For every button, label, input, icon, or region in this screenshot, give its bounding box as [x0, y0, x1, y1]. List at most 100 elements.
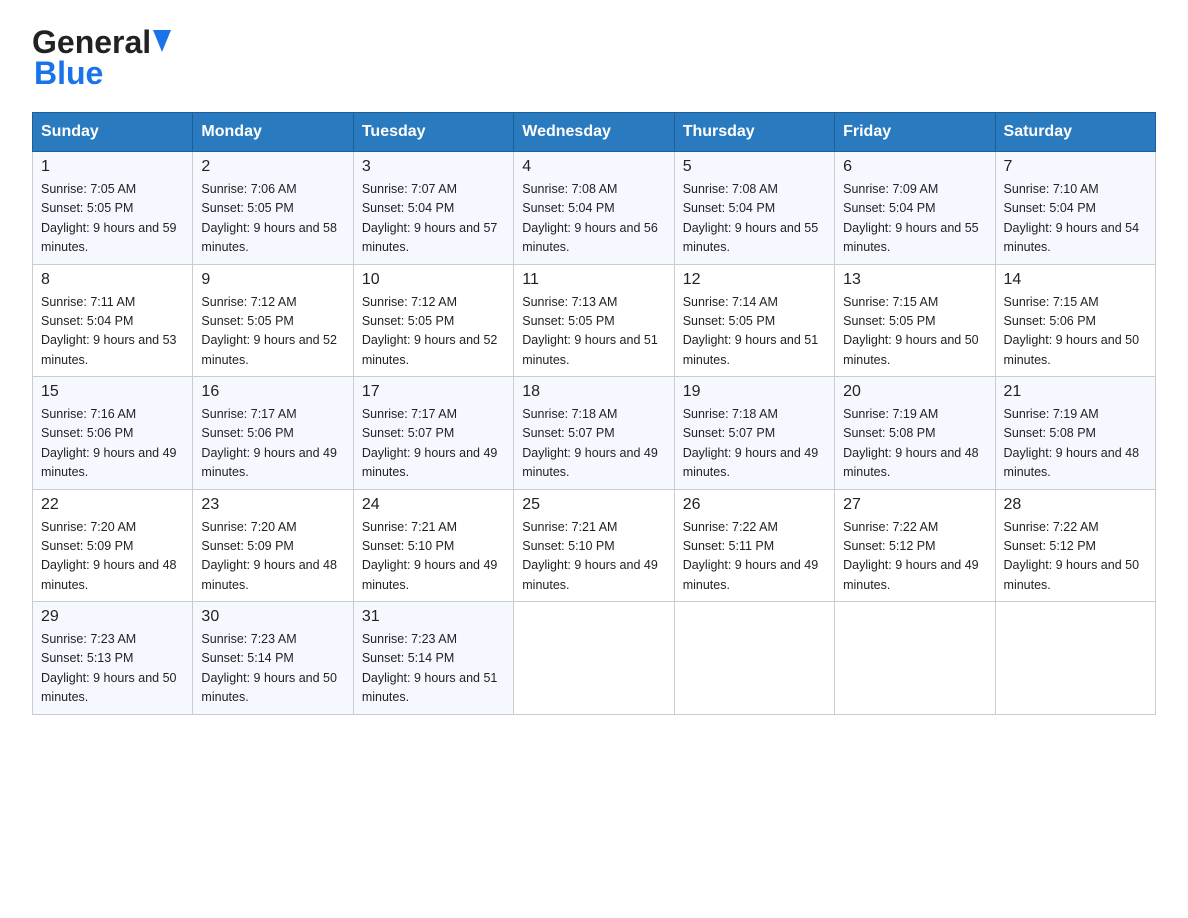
- day-info: Sunrise: 7:18 AMSunset: 5:07 PMDaylight:…: [683, 405, 826, 483]
- calendar-cell: 23 Sunrise: 7:20 AMSunset: 5:09 PMDayligh…: [193, 489, 353, 602]
- calendar-week-row: 15 Sunrise: 7:16 AMSunset: 5:06 PMDayligh…: [33, 377, 1156, 490]
- day-number: 11: [522, 271, 665, 289]
- day-info: Sunrise: 7:17 AMSunset: 5:06 PMDaylight:…: [201, 405, 344, 483]
- day-info: Sunrise: 7:15 AMSunset: 5:06 PMDaylight:…: [1004, 293, 1147, 371]
- day-number: 9: [201, 271, 344, 289]
- day-number: 3: [362, 158, 505, 176]
- page-header: General Blue: [32, 24, 1156, 92]
- calendar-cell: 25 Sunrise: 7:21 AMSunset: 5:10 PMDayligh…: [514, 489, 674, 602]
- day-info: Sunrise: 7:16 AMSunset: 5:06 PMDaylight:…: [41, 405, 184, 483]
- day-info: Sunrise: 7:19 AMSunset: 5:08 PMDaylight:…: [1004, 405, 1147, 483]
- day-number: 7: [1004, 158, 1147, 176]
- day-number: 8: [41, 271, 184, 289]
- day-number: 21: [1004, 383, 1147, 401]
- day-info: Sunrise: 7:11 AMSunset: 5:04 PMDaylight:…: [41, 293, 184, 371]
- day-number: 27: [843, 496, 986, 514]
- column-header-sunday: Sunday: [33, 113, 193, 152]
- calendar-cell: 22 Sunrise: 7:20 AMSunset: 5:09 PMDayligh…: [33, 489, 193, 602]
- calendar-cell: [674, 602, 834, 715]
- calendar-cell: 18 Sunrise: 7:18 AMSunset: 5:07 PMDayligh…: [514, 377, 674, 490]
- logo-triangle-icon: [153, 30, 171, 52]
- calendar-cell: 21 Sunrise: 7:19 AMSunset: 5:08 PMDayligh…: [995, 377, 1155, 490]
- day-number: 30: [201, 608, 344, 626]
- day-info: Sunrise: 7:20 AMSunset: 5:09 PMDaylight:…: [201, 518, 344, 596]
- calendar-cell: 10 Sunrise: 7:12 AMSunset: 5:05 PMDayligh…: [353, 264, 513, 377]
- day-number: 6: [843, 158, 986, 176]
- day-number: 25: [522, 496, 665, 514]
- day-number: 5: [683, 158, 826, 176]
- calendar-cell: 15 Sunrise: 7:16 AMSunset: 5:06 PMDayligh…: [33, 377, 193, 490]
- day-number: 2: [201, 158, 344, 176]
- day-info: Sunrise: 7:20 AMSunset: 5:09 PMDaylight:…: [41, 518, 184, 596]
- calendar-cell: 20Sunrise: 7:19 AMSunset: 5:08 PMDayligh…: [835, 377, 995, 490]
- day-info: Sunrise: 7:21 AMSunset: 5:10 PMDaylight:…: [362, 518, 505, 596]
- calendar-cell: 17Sunrise: 7:17 AMSunset: 5:07 PMDayligh…: [353, 377, 513, 490]
- day-number: 14: [1004, 271, 1147, 289]
- day-info: Sunrise: 7:18 AMSunset: 5:07 PMDaylight:…: [522, 405, 665, 483]
- day-number: 1: [41, 158, 184, 176]
- day-info: Sunrise: 7:21 AMSunset: 5:10 PMDaylight:…: [522, 518, 665, 596]
- calendar-cell: 19 Sunrise: 7:18 AMSunset: 5:07 PMDayligh…: [674, 377, 834, 490]
- day-info: Sunrise: 7:13 AMSunset: 5:05 PMDaylight:…: [522, 293, 665, 371]
- day-info: Sunrise: 7:05 AMSunset: 5:05 PMDaylight:…: [41, 180, 184, 258]
- day-number: 18: [522, 383, 665, 401]
- day-info: Sunrise: 7:15 AMSunset: 5:05 PMDaylight:…: [843, 293, 986, 371]
- day-info: Sunrise: 7:22 AMSunset: 5:11 PMDaylight:…: [683, 518, 826, 596]
- calendar-cell: 28 Sunrise: 7:22 AMSunset: 5:12 PMDayligh…: [995, 489, 1155, 602]
- calendar-cell: 3 Sunrise: 7:07 AMSunset: 5:04 PMDaylight…: [353, 152, 513, 265]
- day-number: 31: [362, 608, 505, 626]
- calendar-cell: 13Sunrise: 7:15 AMSunset: 5:05 PMDayligh…: [835, 264, 995, 377]
- column-header-saturday: Saturday: [995, 113, 1155, 152]
- day-info: Sunrise: 7:12 AMSunset: 5:05 PMDaylight:…: [362, 293, 505, 371]
- calendar-cell: 6Sunrise: 7:09 AMSunset: 5:04 PMDaylight…: [835, 152, 995, 265]
- calendar-week-row: 8 Sunrise: 7:11 AMSunset: 5:04 PMDaylight…: [33, 264, 1156, 377]
- logo: General Blue: [32, 24, 171, 92]
- calendar-week-row: 1 Sunrise: 7:05 AMSunset: 5:05 PMDaylight…: [33, 152, 1156, 265]
- day-info: Sunrise: 7:08 AMSunset: 5:04 PMDaylight:…: [522, 180, 665, 258]
- column-header-wednesday: Wednesday: [514, 113, 674, 152]
- logo-blue: Blue: [34, 55, 103, 92]
- day-info: Sunrise: 7:19 AMSunset: 5:08 PMDaylight:…: [843, 405, 986, 483]
- day-info: Sunrise: 7:06 AMSunset: 5:05 PMDaylight:…: [201, 180, 344, 258]
- day-info: Sunrise: 7:23 AMSunset: 5:13 PMDaylight:…: [41, 630, 184, 708]
- calendar-cell: [995, 602, 1155, 715]
- day-info: Sunrise: 7:07 AMSunset: 5:04 PMDaylight:…: [362, 180, 505, 258]
- day-number: 4: [522, 158, 665, 176]
- calendar-header-row: SundayMondayTuesdayWednesdayThursdayFrid…: [33, 113, 1156, 152]
- calendar-cell: 2 Sunrise: 7:06 AMSunset: 5:05 PMDaylight…: [193, 152, 353, 265]
- calendar-cell: 29 Sunrise: 7:23 AMSunset: 5:13 PMDayligh…: [33, 602, 193, 715]
- calendar-cell: 7Sunrise: 7:10 AMSunset: 5:04 PMDaylight…: [995, 152, 1155, 265]
- calendar-body: 1 Sunrise: 7:05 AMSunset: 5:05 PMDaylight…: [33, 152, 1156, 715]
- calendar-week-row: 22 Sunrise: 7:20 AMSunset: 5:09 PMDayligh…: [33, 489, 1156, 602]
- day-number: 22: [41, 496, 184, 514]
- calendar-cell: 12Sunrise: 7:14 AMSunset: 5:05 PMDayligh…: [674, 264, 834, 377]
- calendar-cell: 16 Sunrise: 7:17 AMSunset: 5:06 PMDayligh…: [193, 377, 353, 490]
- day-number: 16: [201, 383, 344, 401]
- column-header-monday: Monday: [193, 113, 353, 152]
- calendar-cell: [835, 602, 995, 715]
- calendar-cell: 26 Sunrise: 7:22 AMSunset: 5:11 PMDayligh…: [674, 489, 834, 602]
- calendar-cell: 1 Sunrise: 7:05 AMSunset: 5:05 PMDaylight…: [33, 152, 193, 265]
- column-header-thursday: Thursday: [674, 113, 834, 152]
- calendar-cell: 8 Sunrise: 7:11 AMSunset: 5:04 PMDaylight…: [33, 264, 193, 377]
- day-info: Sunrise: 7:23 AMSunset: 5:14 PMDaylight:…: [201, 630, 344, 708]
- calendar-cell: 31Sunrise: 7:23 AMSunset: 5:14 PMDayligh…: [353, 602, 513, 715]
- calendar-cell: 30 Sunrise: 7:23 AMSunset: 5:14 PMDayligh…: [193, 602, 353, 715]
- day-number: 17: [362, 383, 505, 401]
- day-info: Sunrise: 7:08 AMSunset: 5:04 PMDaylight:…: [683, 180, 826, 258]
- calendar-cell: 9Sunrise: 7:12 AMSunset: 5:05 PMDaylight…: [193, 264, 353, 377]
- day-info: Sunrise: 7:22 AMSunset: 5:12 PMDaylight:…: [843, 518, 986, 596]
- day-number: 29: [41, 608, 184, 626]
- column-header-friday: Friday: [835, 113, 995, 152]
- day-number: 28: [1004, 496, 1147, 514]
- day-info: Sunrise: 7:22 AMSunset: 5:12 PMDaylight:…: [1004, 518, 1147, 596]
- day-number: 19: [683, 383, 826, 401]
- calendar-table: SundayMondayTuesdayWednesdayThursdayFrid…: [32, 112, 1156, 715]
- day-number: 10: [362, 271, 505, 289]
- calendar-cell: 27 Sunrise: 7:22 AMSunset: 5:12 PMDayligh…: [835, 489, 995, 602]
- day-number: 23: [201, 496, 344, 514]
- day-number: 26: [683, 496, 826, 514]
- calendar-cell: [514, 602, 674, 715]
- calendar-cell: 4 Sunrise: 7:08 AMSunset: 5:04 PMDaylight…: [514, 152, 674, 265]
- day-number: 15: [41, 383, 184, 401]
